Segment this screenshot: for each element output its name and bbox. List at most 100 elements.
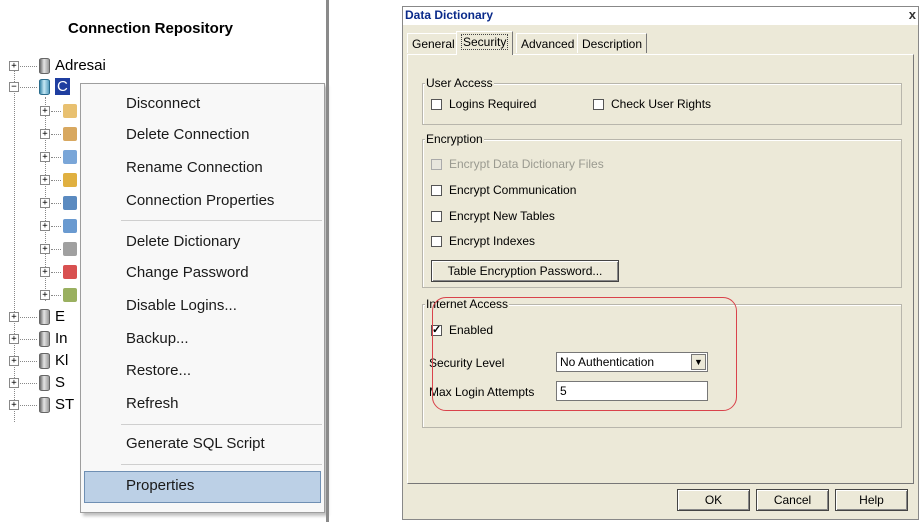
expand-icon[interactable]: +	[9, 312, 19, 322]
tree-node-label: ST	[55, 396, 75, 413]
expand-icon[interactable]: +	[9, 61, 19, 71]
table-encryption-password-button[interactable]: Table Encryption Password...	[431, 260, 619, 282]
encrypt-new-tables-label: Encrypt New Tables	[449, 209, 555, 223]
expand-icon[interactable]: +	[40, 221, 50, 231]
menu-separator	[121, 464, 322, 465]
expand-icon[interactable]: +	[40, 129, 50, 139]
group-legend: Encryption	[425, 132, 484, 146]
ok-button[interactable]: OK	[677, 489, 750, 511]
max-login-attempts-input[interactable]: 5	[556, 381, 708, 401]
check-user-rights-checkbox[interactable]	[593, 99, 604, 110]
tab-description[interactable]: Description	[577, 33, 648, 53]
max-login-attempts-label: Max Login Attempts	[429, 385, 535, 399]
tree-child-item[interactable]: +	[0, 216, 80, 236]
tree-node-label: E	[55, 308, 66, 325]
tree-node[interactable]: + E	[0, 307, 90, 327]
encrypt-indexes-label: Encrypt Indexes	[449, 234, 536, 248]
menu-item-disable-logins[interactable]: Disable Logins...	[126, 297, 237, 314]
tree-node-adresai[interactable]: + Adresai	[0, 56, 120, 76]
tree-node[interactable]: + ST	[0, 395, 90, 415]
encrypt-dd-files-label: Encrypt Data Dictionary Files	[449, 157, 604, 171]
enabled-checkbox[interactable]	[431, 323, 442, 336]
tab-advanced[interactable]: Advanced	[516, 33, 580, 53]
close-icon[interactable]: x	[909, 7, 916, 22]
menu-item-refresh[interactable]: Refresh	[126, 395, 179, 412]
enabled-label: Enabled	[449, 323, 494, 337]
tree-child-item[interactable]: +	[0, 124, 80, 144]
tree-node[interactable]: + S	[0, 373, 90, 393]
security-level-select[interactable]: No Authentication ▼	[556, 352, 708, 372]
chevron-down-icon[interactable]: ▼	[691, 354, 706, 370]
menu-item-delete-connection[interactable]: Delete Connection	[126, 126, 249, 143]
user-access-group: User Access Logins Required Check User R…	[422, 76, 902, 125]
folder-icon	[63, 173, 77, 187]
expand-icon[interactable]: +	[9, 356, 19, 366]
dialog-title: Data Dictionary	[405, 8, 494, 22]
tree-node[interactable]: + Kl	[0, 351, 90, 371]
menu-item-disconnect[interactable]: Disconnect	[126, 95, 200, 112]
connection-repository-panel: Connection Repository + Adresai − C + +	[0, 0, 330, 522]
data-dictionary-dialog: Data Dictionary x General Security Advan…	[402, 6, 919, 520]
menu-item-backup[interactable]: Backup...	[126, 330, 189, 347]
encryption-group: Encryption Encrypt Data Dictionary Files…	[422, 132, 902, 288]
logins-required-label: Logins Required	[449, 97, 537, 111]
view-icon	[63, 196, 77, 210]
tree-child-item[interactable]: +	[0, 262, 80, 282]
expand-icon[interactable]: +	[40, 175, 50, 185]
menu-item-change-password[interactable]: Change Password	[126, 264, 249, 281]
expand-icon[interactable]: +	[9, 334, 19, 344]
tree-node-label: C	[55, 78, 70, 95]
tab-general[interactable]: General	[407, 33, 460, 53]
expand-icon[interactable]: +	[40, 198, 50, 208]
cancel-button[interactable]: Cancel	[756, 489, 829, 511]
logins-required-checkbox[interactable]	[431, 99, 442, 110]
security-tab-panel: User Access Logins Required Check User R…	[407, 54, 914, 484]
expand-icon[interactable]: +	[9, 400, 19, 410]
encrypt-communication-checkbox[interactable]	[431, 185, 442, 196]
menu-item-rename-connection[interactable]: Rename Connection	[126, 159, 263, 176]
panel-divider	[326, 0, 329, 522]
encrypt-new-tables-checkbox[interactable]	[431, 211, 442, 222]
database-icon	[39, 375, 50, 391]
tree-child-item[interactable]: +	[0, 193, 80, 213]
tree-child-item[interactable]: +	[0, 147, 80, 167]
menu-item-highlight	[84, 471, 321, 503]
dialog-title-bar: Data Dictionary x	[403, 7, 918, 25]
tree-child-item[interactable]: +	[0, 170, 80, 190]
expand-icon[interactable]: +	[40, 244, 50, 254]
expand-icon[interactable]: +	[40, 106, 50, 116]
collapse-icon[interactable]: −	[9, 82, 19, 92]
link-icon	[63, 242, 77, 256]
menu-item-delete-dictionary[interactable]: Delete Dictionary	[126, 233, 240, 250]
procedure-icon	[63, 219, 77, 233]
expand-icon[interactable]: +	[9, 378, 19, 388]
tree-child-item[interactable]: +	[0, 239, 80, 259]
table-icon	[63, 150, 77, 164]
database-icon	[39, 331, 50, 347]
menu-item-generate-sql-script[interactable]: Generate SQL Script	[126, 435, 265, 452]
help-button[interactable]: Help	[835, 489, 908, 511]
tab-security[interactable]: Security	[456, 31, 514, 55]
tree-child-item[interactable]: +	[0, 101, 80, 121]
menu-item-connection-properties[interactable]: Connection Properties	[126, 192, 274, 209]
menu-item-restore[interactable]: Restore...	[126, 362, 191, 379]
expand-icon[interactable]: +	[40, 152, 50, 162]
encrypt-communication-label: Encrypt Communication	[449, 183, 577, 197]
tree-child-item[interactable]: +	[0, 285, 80, 305]
security-level-value: No Authentication	[560, 355, 655, 369]
encrypt-dd-files-checkbox[interactable]	[431, 159, 442, 170]
context-menu: Disconnect Delete Connection Rename Conn…	[80, 83, 325, 513]
expand-icon[interactable]: +	[40, 267, 50, 277]
database-icon	[39, 353, 50, 369]
database-icon	[39, 397, 50, 413]
tree-node-label: Adresai	[55, 57, 106, 74]
database-icon	[39, 58, 50, 74]
encrypt-indexes-checkbox[interactable]	[431, 236, 442, 247]
tree-node[interactable]: + In	[0, 329, 90, 349]
publication-icon	[63, 265, 77, 279]
tree-node-label: S	[55, 374, 66, 391]
group-legend: User Access	[425, 76, 494, 90]
folder-icon	[63, 104, 77, 118]
menu-item-properties[interactable]: Properties	[126, 477, 194, 494]
expand-icon[interactable]: +	[40, 290, 50, 300]
